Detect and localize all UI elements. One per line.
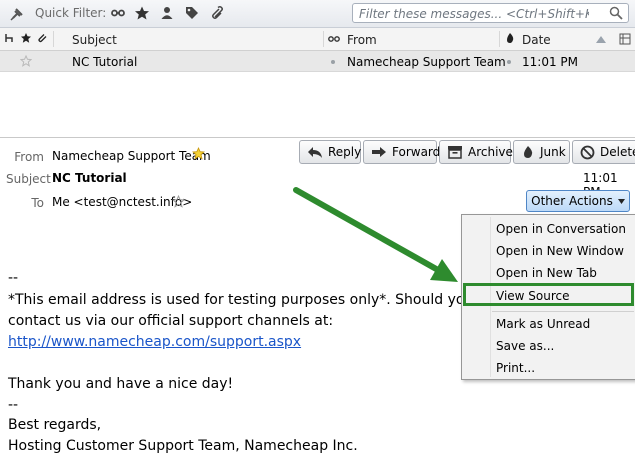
annotation-arrow-icon [293, 187, 458, 282]
